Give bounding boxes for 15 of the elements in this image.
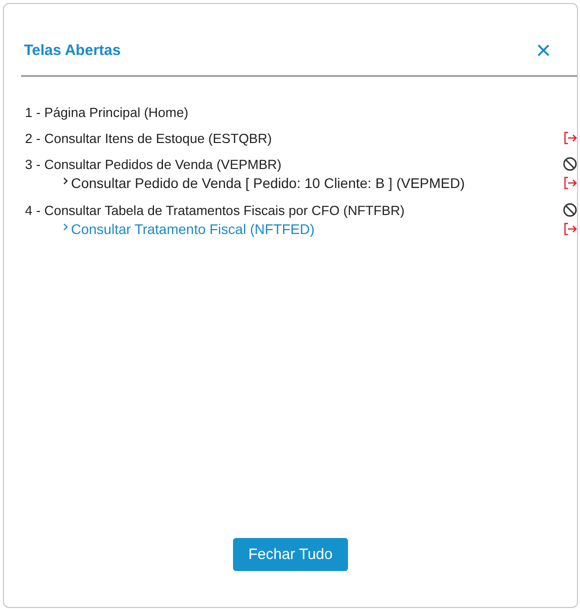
chevron-icon	[63, 177, 68, 185]
screen-item[interactable]: 4 - Consultar Tabela de Tratamentos Fiscais por CFO (NFTFBR)	[25, 202, 405, 218]
screen-item[interactable]: 1 - Página Principal (Home)	[25, 104, 188, 120]
close-button[interactable]: ×	[536, 39, 551, 61]
exit-icon[interactable]	[563, 131, 577, 145]
prohibited-icon[interactable]	[563, 203, 577, 217]
sub-screen-item[interactable]: Consultar Tratamento Fiscal (NFTFED)	[71, 221, 314, 237]
sub-screen-item[interactable]: Consultar Pedido de Venda [ Pedido: 10 Cliente: B ] (VEPMED)	[71, 175, 465, 191]
chevron-icon	[63, 223, 68, 231]
screen-item[interactable]: 2 - Consultar Itens de Estoque (ESTQBR)	[25, 130, 272, 146]
dialog-title: Telas Abertas	[24, 42, 121, 58]
exit-icon[interactable]	[563, 222, 577, 236]
exit-icon[interactable]	[563, 176, 577, 190]
screen-item[interactable]: 3 - Consultar Pedidos de Venda (VEPMBR)	[25, 156, 282, 172]
prohibited-icon[interactable]	[563, 157, 577, 171]
